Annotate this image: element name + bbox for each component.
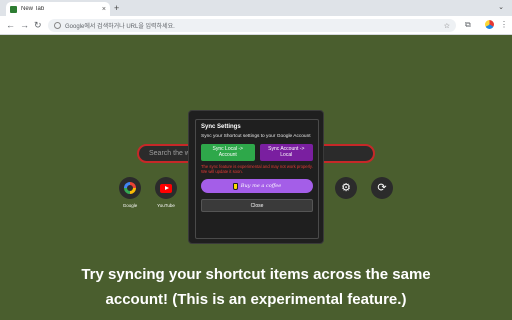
new-tab-button[interactable]: +: [114, 3, 119, 13]
shortcut-google-tile[interactable]: [119, 177, 141, 199]
address-bar[interactable]: Google에서 검색하거나 URL을 입력하세요. ☆: [48, 19, 456, 32]
tab-bar: New Tab × + ⌄: [0, 0, 512, 16]
profile-avatar-icon[interactable]: [485, 20, 494, 29]
tab-favicon-icon: [10, 5, 17, 13]
settings-button[interactable]: ⚙: [335, 177, 357, 199]
modal-description: Sync your Shortcut settings to your Goog…: [201, 134, 311, 139]
tab-close-icon[interactable]: ×: [102, 6, 106, 13]
shortcut-label: Google: [122, 203, 138, 208]
extensions-icon[interactable]: ⧉: [465, 20, 471, 30]
sync-local-to-account-button[interactable]: Sync Local -> Account: [201, 144, 255, 161]
google-icon: [124, 182, 136, 194]
experimental-warning: The sync feature is experimental and may…: [201, 164, 313, 174]
sync-button[interactable]: ⟳: [371, 177, 393, 199]
back-button[interactable]: ←: [6, 19, 15, 31]
forward-button[interactable]: →: [20, 19, 29, 31]
sync-settings-panel: Sync Settings Sync your Shortcut setting…: [195, 119, 319, 239]
address-bar-placeholder: Google에서 검색하거나 URL을 입력하세요.: [65, 24, 175, 30]
reload-button[interactable]: ↻: [34, 19, 42, 31]
shortcut-youtube-tile[interactable]: [155, 177, 177, 199]
sync-icon: ⟳: [377, 181, 387, 194]
coffee-cup-icon: [232, 182, 238, 190]
caption-line-1: Try syncing your shortcut items across t…: [81, 266, 431, 283]
tab-title: New Tab: [21, 6, 45, 12]
shortcut-youtube[interactable]: YouTube: [152, 177, 180, 208]
google-g-icon: [54, 22, 61, 29]
caption-line-2: account! (This is an experimental featur…: [105, 291, 407, 308]
modal-title: Sync Settings: [201, 124, 241, 130]
shortcut-label: YouTube: [157, 203, 175, 208]
sync-account-to-local-button[interactable]: Sync Account -> Local: [259, 144, 313, 161]
bookmark-star-icon[interactable]: ☆: [444, 22, 450, 30]
shortcut-google[interactable]: Google: [116, 177, 144, 208]
close-button[interactable]: Close: [201, 199, 313, 212]
coffee-label: Buy me a coffee: [240, 183, 282, 189]
buy-me-a-coffee-button[interactable]: Buy me a coffee: [201, 179, 313, 193]
promo-caption: Try syncing your shortcut items across t…: [40, 262, 472, 312]
gear-icon: ⚙: [341, 181, 351, 194]
tab-new-tab[interactable]: New Tab ×: [6, 2, 110, 16]
browser-menu-icon[interactable]: ⋮: [500, 20, 508, 30]
sync-settings-modal: Sync Settings Sync your Shortcut setting…: [188, 110, 324, 244]
tab-search-icon[interactable]: ⌄: [498, 3, 504, 11]
browser-toolbar: ← → ↻ Google에서 검색하거나 URL을 입력하세요. ☆ ⧉ ⋮: [0, 16, 512, 35]
youtube-icon: [160, 183, 172, 193]
sync-button-row: Sync Local -> Account Sync Account -> Lo…: [201, 144, 313, 161]
